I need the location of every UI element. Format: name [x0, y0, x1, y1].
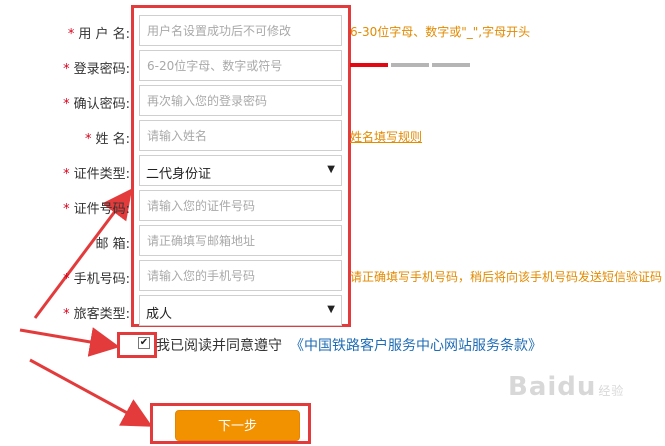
- email-input[interactable]: [140, 226, 341, 255]
- id-number-field[interactable]: [139, 190, 342, 221]
- name-label: * 姓 名:: [84, 132, 130, 147]
- confirm-password-field[interactable]: [139, 85, 342, 116]
- arrow-to-checkbox: [19, 327, 120, 357]
- required-mark: *: [63, 97, 70, 112]
- phone-field[interactable]: [139, 260, 342, 291]
- name-rules-link[interactable]: 姓名填写规则: [350, 128, 422, 145]
- form-row-name: *姓 名: 姓名填写规则: [0, 120, 665, 154]
- phone-input[interactable]: [140, 261, 341, 290]
- id-type-select[interactable]: 二代身份证 ▼: [139, 155, 342, 186]
- username-input[interactable]: [140, 16, 341, 45]
- required-mark: *: [63, 62, 70, 77]
- name-input[interactable]: [140, 121, 341, 150]
- required-mark: *: [84, 132, 92, 147]
- form-row-password: * 登录密码:: [0, 50, 665, 84]
- agreement-text: 我已阅读并同意遵守: [156, 338, 282, 354]
- username-label: * 用 户 名:: [67, 27, 130, 42]
- required-mark: *: [63, 202, 70, 217]
- dropdown-arrow-icon: ▼: [327, 304, 335, 315]
- agreement-row: ✔ 我已阅读并同意遵守 《中国铁路客户服务中心网站服务条款》: [122, 332, 562, 356]
- required-mark: *: [63, 307, 70, 322]
- username-hint: 6-30位字母、数字或"_",字母开头: [350, 25, 531, 39]
- strength-bar-medium: [391, 63, 429, 67]
- passenger-type-label: * 旅客类型:: [63, 307, 130, 322]
- confirm-password-input[interactable]: [140, 86, 341, 115]
- checkmark-icon: ✔: [139, 337, 149, 348]
- name-field[interactable]: [139, 120, 342, 151]
- id-number-input[interactable]: [140, 191, 341, 220]
- form-row-email: 邮 箱:: [0, 225, 665, 259]
- confirm-password-label: * 确认密码:: [63, 97, 130, 112]
- required-mark: *: [63, 272, 70, 287]
- form-row-id-number: * 证件号码:: [0, 190, 665, 224]
- arrow-to-next-button: [29, 358, 153, 427]
- username-field[interactable]: [139, 15, 342, 46]
- required-mark: *: [63, 167, 70, 182]
- dropdown-arrow-icon: ▼: [327, 164, 335, 175]
- id-number-label: * 证件号码:: [63, 202, 130, 217]
- email-field[interactable]: [139, 225, 342, 256]
- form-row-phone: *手机号码: 请正确填写手机号码，稍后将向该手机号码发送短信验证码: [0, 260, 665, 294]
- next-step-button[interactable]: 下一步: [175, 410, 300, 441]
- form-row-passenger-type: * 旅客类型: 成人 ▼: [0, 295, 665, 329]
- required-mark: *: [67, 27, 75, 42]
- phone-label: * 手机号码:: [63, 272, 130, 287]
- strength-bar-weak: [350, 63, 388, 67]
- agreement-checkbox[interactable]: ✔: [138, 337, 150, 349]
- form-row-username: *用 户 名: 6-30位字母、数字或"_",字母开头: [0, 15, 665, 49]
- password-input[interactable]: [140, 51, 341, 80]
- form-row-confirm-password: * 确认密码:: [0, 85, 665, 119]
- strength-bar-strong: [432, 63, 470, 67]
- id-type-label: * 证件类型:: [63, 167, 130, 182]
- terms-link[interactable]: 《中国铁路客户服务中心网站服务条款》: [290, 335, 542, 355]
- email-label: 邮 箱:: [95, 237, 130, 252]
- password-strength-meter: [350, 63, 470, 67]
- passenger-type-selected-value: 成人: [146, 307, 173, 322]
- id-type-selected-value: 二代身份证: [146, 167, 212, 182]
- password-label: * 登录密码:: [63, 62, 130, 77]
- phone-hint: 请正确填写手机号码，稍后将向该手机号码发送短信验证码: [350, 270, 663, 284]
- form-row-id-type: * 证件类型: 二代身份证 ▼: [0, 155, 665, 189]
- password-field[interactable]: [139, 50, 342, 81]
- baidu-jingyan-watermark: Baidu 经验: [508, 372, 625, 402]
- passenger-type-select[interactable]: 成人 ▼: [139, 295, 342, 326]
